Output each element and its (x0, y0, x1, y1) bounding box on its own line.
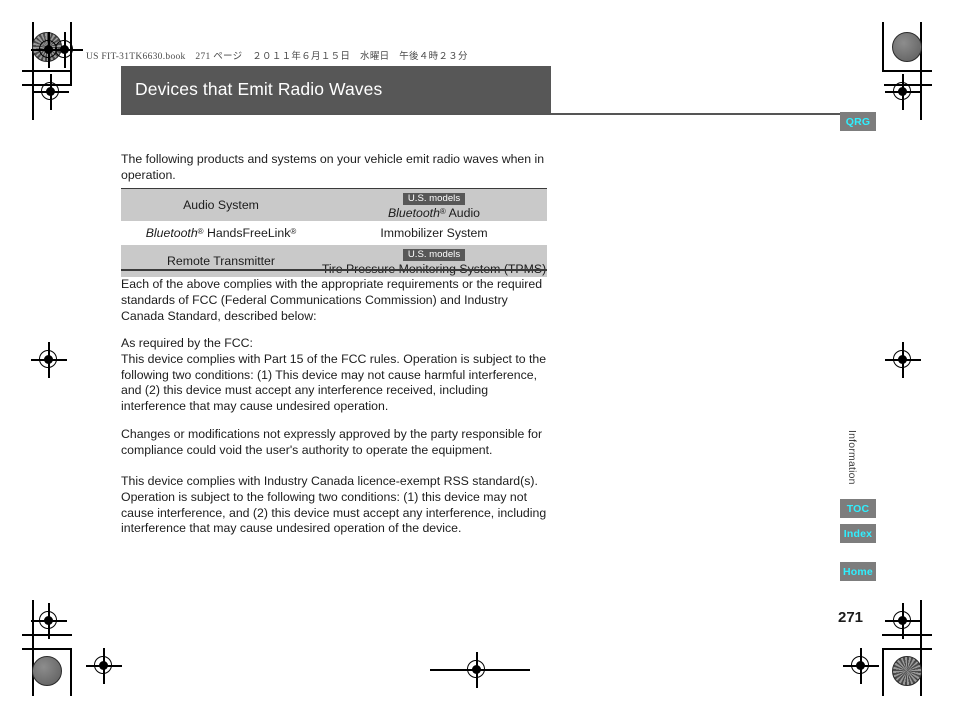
intro-paragraph: The following products and systems on yo… (121, 152, 545, 182)
registered-trademark-icon: ® (290, 227, 297, 236)
table-cell-device-right: Immobilizer System (321, 221, 547, 245)
print-file-header: US FIT-31TK6630.book 271 ページ ２０１１年６月１５日 … (86, 52, 468, 62)
radio-devices-table: Audio System U.S. models Bluetooth® Audi… (121, 189, 547, 277)
bluetooth-wordmark: Bluetooth (145, 226, 198, 240)
table-cell-device-right: U.S. models Bluetooth® Audio (321, 189, 547, 221)
manual-page: US FIT-31TK6630.book 271 ページ ２０１１年６月１５日 … (0, 0, 954, 718)
table-row: Bluetooth® HandsFreeLink® Immobilizer Sy… (121, 221, 547, 245)
table-row: Remote Transmitter U.S. models Tire Pres… (121, 245, 547, 277)
section-tab-information: Information (846, 430, 858, 485)
us-models-badge: U.S. models (402, 193, 466, 205)
home-button[interactable]: Home (840, 562, 876, 581)
page-number: 271 (838, 609, 864, 626)
qrg-button[interactable]: QRG (840, 112, 876, 131)
table-cell-text: Audio (445, 206, 481, 220)
page-title: Devices that Emit Radio Waves (135, 79, 383, 99)
table-cell-text: HandsFreeLink (203, 226, 291, 240)
chapter-title-bar: Devices that Emit Radio Waves (121, 66, 551, 113)
fcc-statement-block: As required by the FCC: This device comp… (121, 336, 553, 415)
compliance-intro-paragraph: Each of the above complies with the appr… (121, 277, 543, 323)
table-cell-device-left: Audio System (121, 189, 321, 221)
fcc-body: This device complies with Part 15 of the… (121, 351, 547, 414)
title-underline (121, 113, 862, 115)
toc-button[interactable]: TOC (840, 499, 876, 518)
table-cell-device-left: Remote Transmitter (121, 245, 321, 277)
us-models-badge: U.S. models (402, 249, 466, 261)
industry-canada-paragraph: This device complies with Industry Canad… (121, 474, 547, 536)
table-row: Audio System U.S. models Bluetooth® Audi… (121, 189, 547, 221)
fcc-heading: As required by the FCC: (121, 336, 253, 350)
table-cell-device-right: U.S. models Tire Pressure Monitoring Sys… (321, 245, 547, 277)
bluetooth-wordmark: Bluetooth (387, 206, 440, 220)
index-button[interactable]: Index (840, 524, 876, 543)
table-cell-device-left: Bluetooth® HandsFreeLink® (121, 221, 321, 245)
changes-modifications-paragraph: Changes or modifications not expressly a… (121, 427, 543, 457)
table-bottom-rule (121, 269, 547, 271)
